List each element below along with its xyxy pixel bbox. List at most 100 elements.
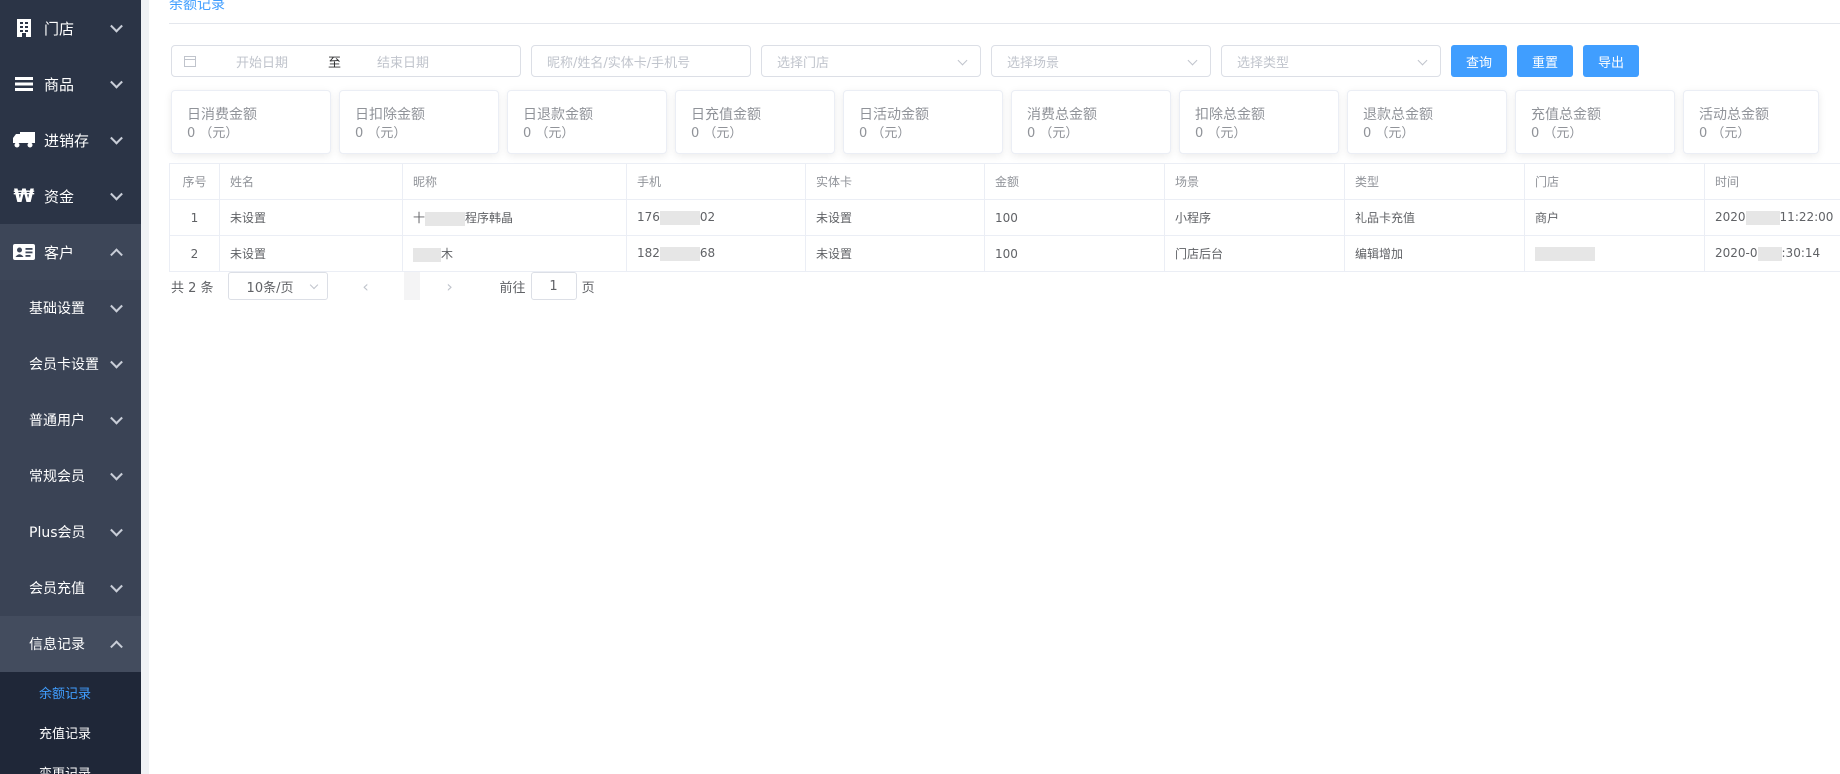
stat-card: 日活动金额 0 （元）	[843, 90, 1003, 154]
goto-page-input[interactable]: 1	[530, 272, 577, 300]
type-select[interactable]: 选择类型	[1221, 45, 1441, 77]
prev-page-button[interactable]: ‹	[356, 277, 376, 296]
start-date-input[interactable]: 开始日期	[236, 52, 288, 71]
sidebar-item-member-recharge[interactable]: 会员充值	[0, 560, 141, 616]
chevron-down-icon	[309, 280, 318, 290]
cell-store: 商户	[1524, 199, 1705, 236]
sidebar-item-change-records[interactable]: 变更记录	[0, 752, 141, 774]
date-range-picker[interactable]: 开始日期 至 结束日期	[171, 45, 521, 77]
sidebar-item-info-records[interactable]: 信息记录	[0, 616, 141, 672]
stat-label: 日消费金额	[187, 107, 257, 123]
sidebar-item-label: 常规会员	[29, 469, 85, 485]
sidebar-item-goods[interactable]: 商品	[0, 56, 141, 112]
end-date-input[interactable]: 结束日期	[377, 52, 429, 71]
cell-nickname: 木	[402, 235, 627, 272]
reset-button[interactable]: 重置	[1517, 45, 1573, 77]
redacted-mark	[659, 246, 700, 261]
phone-part: 176	[637, 210, 660, 225]
column-header-amount: 金额	[984, 163, 1165, 200]
goto-label: 前往	[499, 280, 526, 296]
cell-name: 未设置	[219, 199, 403, 236]
sidebar-item-card-settings[interactable]: 会员卡设置	[0, 336, 141, 392]
sidebar-item-store[interactable]: 门店	[0, 0, 141, 56]
keyword-search-input[interactable]: 昵称/姓名/实体卡/手机号	[531, 45, 751, 77]
chevron-down-icon	[110, 75, 123, 89]
cell-amount: 100	[984, 235, 1165, 272]
stat-value: 0 （元）	[523, 126, 575, 141]
stat-label: 充值总金额	[1531, 107, 1601, 123]
info-records-submenu: 余额记录 充值记录 变更记录	[0, 672, 141, 774]
cell-type: 礼品卡充值	[1344, 199, 1525, 236]
stat-card: 活动总金额 0 （元）	[1683, 90, 1819, 154]
chevron-up-icon	[110, 248, 123, 262]
cell-scene: 小程序	[1164, 199, 1345, 236]
stat-card: 日充值金额 0 （元）	[675, 90, 835, 154]
sidebar-item-normal-users[interactable]: 普通用户	[0, 392, 141, 448]
stat-value: 0 （元）	[1027, 126, 1079, 141]
query-button[interactable]: 查询	[1451, 45, 1507, 77]
stat-label: 退款总金额	[1363, 107, 1433, 123]
sidebar-item-recharge-records[interactable]: 充值记录	[0, 712, 141, 752]
sidebar-item-basic-settings[interactable]: 基础设置	[0, 280, 141, 336]
redacted-mark	[659, 210, 700, 225]
chevron-down-icon	[110, 131, 123, 145]
stat-value: 0 （元）	[355, 126, 407, 141]
sidebar-item-regular-members[interactable]: 常规会员	[0, 448, 141, 504]
sidebar-item-plus-members[interactable]: Plus会员	[0, 504, 141, 560]
stat-label: 消费总金额	[1027, 107, 1097, 123]
phone-part: 02	[699, 210, 716, 225]
store-placeholder: 选择门店	[777, 55, 830, 71]
sidebar-item-customer[interactable]: 客户	[0, 224, 141, 280]
customer-submenu: 基础设置 会员卡设置 普通用户 常规会员 Plus会员 会员充值 信息记录	[0, 280, 141, 672]
chevron-down-icon	[110, 355, 123, 369]
cell-name: 未设置	[219, 235, 403, 272]
cell-index: 1	[169, 199, 220, 236]
stat-label: 日退款金额	[523, 107, 593, 123]
stat-label: 日充值金额	[691, 107, 761, 123]
export-button[interactable]: 导出	[1583, 45, 1639, 77]
sidebar-divider	[141, 0, 149, 774]
filter-bar: 开始日期 至 结束日期 昵称/姓名/实体卡/手机号 选择门店 选择场景 选择类型…	[171, 45, 1639, 77]
stat-card: 日退款金额 0 （元）	[507, 90, 667, 154]
sidebar-item-inventory[interactable]: 进销存	[0, 112, 141, 168]
redacted-mark	[1535, 246, 1595, 261]
cell-amount: 100	[984, 199, 1165, 236]
chevron-down-icon	[110, 299, 123, 313]
pagination: 共 2 条 10条/页 ‹ › 前往 1 页	[171, 271, 595, 301]
stat-value: 0 （元）	[1699, 126, 1751, 141]
scene-placeholder: 选择场景	[1007, 55, 1060, 71]
next-page-button[interactable]: ›	[440, 277, 460, 296]
scene-select[interactable]: 选择场景	[991, 45, 1211, 77]
store-select[interactable]: 选择门店	[761, 45, 981, 77]
table-header-row: 序号 姓名 昵称 手机 实体卡 金额 场景 类型 门店 时间	[169, 163, 1840, 200]
redacted-mark	[425, 211, 466, 226]
cell-time: 2020 11:22:00	[1704, 199, 1840, 236]
truck-icon	[12, 128, 36, 152]
stat-card: 充值总金额 0 （元）	[1515, 90, 1675, 154]
phone-part: 182	[637, 246, 660, 261]
calendar-icon	[184, 55, 196, 67]
page-size-select[interactable]: 10条/页	[227, 272, 328, 300]
sidebar-item-balance-records[interactable]: 余额记录	[0, 672, 141, 712]
chevron-down-icon	[1187, 55, 1198, 66]
chevron-down-icon	[110, 579, 123, 593]
type-placeholder: 选择类型	[1237, 55, 1290, 71]
keyword-placeholder: 昵称/姓名/实体卡/手机号	[547, 55, 691, 71]
sidebar-item-label: 信息记录	[29, 637, 85, 653]
chevron-down-icon	[110, 411, 123, 425]
stat-value: 0 （元）	[859, 126, 911, 141]
chevron-down-icon	[110, 467, 123, 481]
nickname-part: 程序韩晶	[465, 211, 514, 225]
sidebar-item-funds[interactable]: ₩ 资金	[0, 168, 141, 224]
cell-phone: 176 02	[626, 199, 806, 236]
cell-phone: 182 68	[626, 235, 806, 272]
stat-card: 消费总金额 0 （元）	[1011, 90, 1171, 154]
sidebar-item-label: Plus会员	[29, 525, 86, 541]
redacted-mark	[1757, 246, 1782, 261]
sidebar-item-label: 进销存	[44, 131, 90, 150]
column-header-type: 类型	[1344, 163, 1525, 200]
page-size-value: 10条/页	[246, 280, 294, 296]
date-range-separator: 至	[328, 55, 342, 71]
page-number-button[interactable]	[403, 272, 420, 300]
cell-store	[1524, 235, 1705, 272]
